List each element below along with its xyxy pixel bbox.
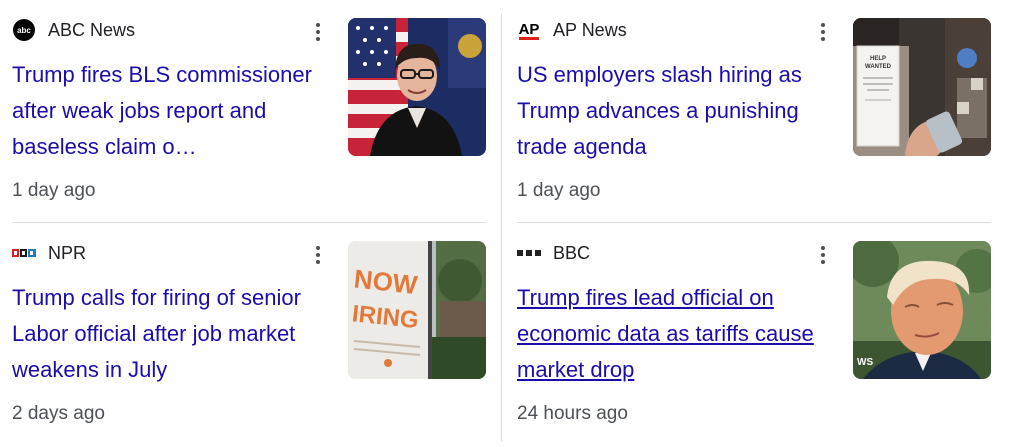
source-name: ABC News (48, 19, 136, 40)
headline-link[interactable]: Trump calls for firing of senior Labor o… (12, 280, 337, 388)
abc-news-logo-icon: abc (12, 18, 36, 42)
trump-portrait-thumbnail[interactable]: WS (853, 241, 991, 379)
npr-logo-icon (12, 241, 36, 265)
timestamp: 2 days ago (12, 403, 105, 424)
more-options-icon[interactable] (813, 20, 833, 44)
column-divider (501, 14, 502, 441)
more-options-icon[interactable] (813, 243, 833, 267)
timestamp: 24 hours ago (517, 403, 628, 424)
ap-news-logo-icon: AP (517, 18, 541, 42)
svg-text:AP: AP (519, 21, 540, 38)
headline-link[interactable]: Trump fires lead official on economic da… (517, 280, 842, 388)
timestamp: 1 day ago (517, 180, 601, 201)
news-card-ap[interactable]: AP AP News US employers slash hiring as … (517, 14, 991, 224)
svg-text:HELP: HELP (870, 56, 886, 62)
news-card-abc[interactable]: abc ABC News Trump fires BLS commissione… (12, 14, 486, 224)
now-hiring-sign-thumbnail[interactable]: NOW IRING (348, 241, 486, 379)
svg-text:abc: abc (17, 26, 31, 35)
source-row: AP AP News (517, 18, 627, 42)
source-name: NPR (48, 242, 87, 263)
source-row: NPR (12, 241, 86, 265)
timestamp: 1 day ago (12, 180, 96, 201)
svg-text:WANTED: WANTED (865, 64, 892, 70)
headline-link[interactable]: US employers slash hiring as Trump advan… (517, 57, 842, 165)
more-options-icon[interactable] (308, 243, 328, 267)
headline-link[interactable]: Trump fires BLS commissioner after weak … (12, 57, 337, 165)
source-row: abc ABC News (12, 18, 135, 42)
news-card-npr[interactable]: NPR Trump calls for firing of senior Lab… (12, 237, 486, 447)
more-options-icon[interactable] (308, 20, 328, 44)
bbc-logo-icon (517, 241, 541, 265)
news-card-bbc[interactable]: BBC Trump fires lead official on economi… (517, 237, 991, 447)
source-row: BBC (517, 241, 590, 265)
help-wanted-sign-thumbnail[interactable]: HELP WANTED (853, 18, 991, 156)
source-name: AP News (553, 19, 627, 40)
source-name: BBC (553, 242, 591, 263)
woman-in-front-of-flags-thumbnail[interactable] (348, 18, 486, 156)
svg-text:WS: WS (857, 357, 873, 368)
